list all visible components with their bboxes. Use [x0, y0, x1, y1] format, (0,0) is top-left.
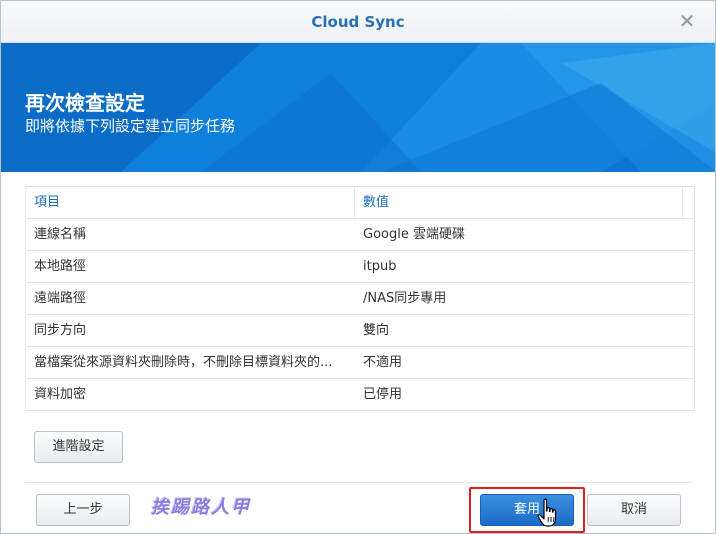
row-item: 遠端路徑 [34, 291, 87, 306]
watermark-text: 挨踢路人甲 [151, 497, 251, 518]
table-row[interactable]: 連線名稱 Google 雲端硬碟 [26, 219, 694, 251]
table-row[interactable]: 遠端路徑 /NAS同步專用 [26, 283, 694, 315]
wizard-banner: 再次檢查設定 即將依據下列設定建立同步任務 [1, 43, 715, 172]
row-value: 已停用 [363, 387, 403, 402]
column-header-item[interactable]: 項目 [34, 187, 352, 219]
cloud-sync-dialog: Cloud Sync ✕ 再次檢查設定 即將依據下列設定建立同步任務 項目 數值… [0, 0, 716, 534]
column-divider [354, 187, 355, 218]
back-button[interactable]: 上一步 [36, 494, 130, 526]
window-title: Cloud Sync [311, 13, 405, 31]
banner-title: 再次檢查設定 [25, 91, 145, 115]
row-value: Google 雲端硬碟 [363, 227, 465, 242]
table-row[interactable]: 本地路徑 itpub [26, 251, 694, 283]
column-header-value[interactable]: 數值 [363, 187, 663, 219]
table-row[interactable]: 當檔案從來源資料夾刪除時，不刪除目標資料夾的... 不適用 [26, 347, 694, 379]
row-item: 連線名稱 [34, 227, 87, 242]
row-item: 當檔案從來源資料夾刪除時，不刪除目標資料夾的... [34, 355, 333, 370]
table-row[interactable]: 同步方向 雙向 [26, 315, 694, 347]
hand-pointer-icon [537, 498, 557, 527]
apply-button[interactable]: 套用 [480, 494, 574, 526]
advanced-settings-button[interactable]: 進階設定 [34, 431, 123, 463]
column-divider [682, 187, 683, 218]
banner-subtitle: 即將依據下列設定建立同步任務 [25, 117, 236, 135]
table-row[interactable]: 資料加密 已停用 [26, 379, 694, 411]
row-item: 同步方向 [34, 323, 87, 338]
table-header: 項目 數值 [26, 187, 694, 219]
close-icon[interactable]: ✕ [675, 9, 699, 33]
title-bar: Cloud Sync ✕ [1, 1, 715, 43]
footer-divider [25, 482, 693, 483]
row-value: 不適用 [363, 355, 403, 370]
cancel-button[interactable]: 取消 [587, 494, 681, 526]
row-item: 本地路徑 [34, 259, 87, 274]
row-value: /NAS同步專用 [363, 291, 447, 306]
row-value: itpub [363, 259, 397, 274]
settings-summary-table: 項目 數值 連線名稱 Google 雲端硬碟 本地路徑 itpub 遠端路徑 /… [25, 186, 695, 411]
row-value: 雙向 [363, 323, 390, 338]
row-item: 資料加密 [34, 387, 87, 402]
